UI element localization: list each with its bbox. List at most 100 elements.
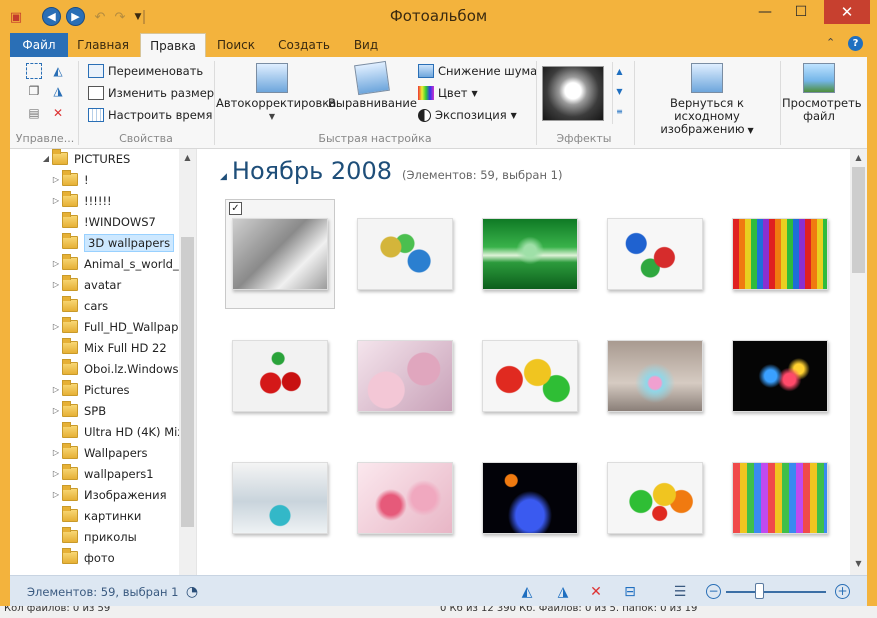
tree-expand-icon[interactable]: ▷ [50, 259, 62, 268]
copy-icon[interactable]: ❐ [26, 83, 42, 99]
adjust-time-button[interactable]: Настроить время [88, 106, 212, 124]
preview-file-button[interactable]: Просмотреть файл [782, 61, 862, 123]
tree-item[interactable]: 3D wallpapers [50, 232, 175, 253]
tree-expand-icon[interactable]: ▷ [50, 280, 62, 289]
tree-collapse-icon[interactable]: ◢ [40, 154, 52, 163]
tree-item[interactable]: ▷ Pictures [50, 379, 130, 400]
photo-thumbnail[interactable] [607, 462, 703, 534]
color-button[interactable]: Цвет ▼ [418, 84, 478, 102]
zoom-slider-thumb[interactable] [755, 583, 764, 599]
tree-expand-icon[interactable]: ▷ [50, 406, 62, 415]
close-icon[interactable]: ✕ [824, 0, 870, 24]
photo-checkbox[interactable]: ✓ [229, 202, 242, 215]
photo-thumbnail[interactable] [482, 340, 578, 412]
select-all-icon[interactable] [26, 63, 42, 79]
group-collapse-icon[interactable]: ◢ [220, 172, 227, 182]
photo-item[interactable] [475, 321, 585, 431]
tree-expand-icon[interactable]: ▷ [50, 196, 62, 205]
date-group-header[interactable]: ◢ Ноябрь 2008 (Элементов: 59, выбран 1) [220, 157, 562, 185]
photo-thumbnail[interactable] [357, 462, 453, 534]
photo-item[interactable] [725, 321, 835, 431]
rename-button[interactable]: Переименовать [88, 62, 203, 80]
tree-scroll-up-icon[interactable]: ▲ [179, 153, 196, 162]
tree-expand-icon[interactable]: ▷ [50, 448, 62, 457]
flip-icon[interactable]: ◮ [50, 83, 66, 99]
ribbon-collapse-icon[interactable]: ⌃ [826, 36, 835, 49]
tree-expand-icon[interactable]: ▷ [50, 175, 62, 184]
tree-item[interactable]: ▷ avatar [50, 274, 121, 295]
gallery-scroll-down-icon[interactable]: ▼ [850, 559, 867, 568]
photo-item[interactable] [600, 321, 710, 431]
photo-thumbnail[interactable] [357, 218, 453, 290]
photo-thumbnail[interactable] [732, 462, 828, 534]
photo-item[interactable] [725, 199, 835, 309]
zoom-out-icon[interactable]: − [706, 584, 721, 599]
help-icon[interactable]: ? [848, 36, 863, 51]
straighten-button[interactable]: Выравнивание [328, 60, 417, 110]
tree-expand-icon[interactable]: ▷ [50, 322, 62, 331]
exposure-button[interactable]: Экспозиция ▼ [418, 106, 517, 124]
photo-item[interactable] [725, 443, 835, 553]
tree-item[interactable]: ▷! [50, 169, 89, 190]
tree-item[interactable]: ▷ wallpapers1 [50, 463, 154, 484]
photo-item[interactable] [600, 199, 710, 309]
autofix-button[interactable]: Автокорректировка ▼ [216, 61, 336, 123]
photo-item[interactable] [475, 199, 585, 309]
tree-item[interactable]: приколы [50, 526, 137, 547]
photo-thumbnail[interactable] [732, 340, 828, 412]
photo-thumbnail[interactable] [232, 218, 328, 290]
tree-item[interactable]: ◢ PICTURES [40, 149, 130, 169]
photo-thumbnail[interactable] [232, 340, 328, 412]
tree-scrollbar[interactable]: ▲ [179, 149, 196, 575]
tree-item[interactable]: !WINDOWS7 [50, 211, 156, 232]
tree-item[interactable]: Mix Full HD 22 [50, 337, 167, 358]
tree-expand-icon[interactable]: ▷ [50, 385, 62, 394]
photo-thumbnail[interactable] [607, 340, 703, 412]
photo-thumbnail[interactable] [482, 218, 578, 290]
noise-reduction-button[interactable]: Снижение шума [418, 62, 537, 80]
photo-thumbnail[interactable] [732, 218, 828, 290]
photo-item[interactable] [225, 321, 335, 431]
tree-item[interactable]: картинки [50, 505, 141, 526]
tree-item[interactable]: Oboi.lz.Windows.\ [50, 358, 186, 379]
exposure-dropdown-icon[interactable]: ▼ [511, 111, 517, 120]
photo-thumbnail[interactable] [232, 462, 328, 534]
effect-thumbnail[interactable] [542, 66, 604, 121]
photo-item[interactable] [475, 443, 585, 553]
photo-item[interactable] [350, 321, 460, 431]
tab-home[interactable]: Главная [72, 33, 134, 57]
tree-item[interactable]: cars [50, 295, 108, 316]
maximize-icon[interactable]: ☐ [784, 0, 818, 24]
revert-button[interactable]: Вернуться к исходному изображению ▼ [638, 61, 776, 137]
photo-thumbnail[interactable] [482, 462, 578, 534]
photo-thumbnail[interactable] [357, 340, 453, 412]
color-dropdown-icon[interactable]: ▼ [471, 89, 477, 98]
effects-scroll[interactable]: ▲ ▼ ≡ [612, 62, 626, 124]
photo-item[interactable] [350, 199, 460, 309]
tree-expand-icon[interactable]: ▷ [50, 490, 62, 499]
photo-item[interactable]: ✓ [225, 199, 335, 309]
tab-create[interactable]: Создать [270, 33, 338, 57]
details-view-icon[interactable]: ☰ [671, 583, 689, 601]
rotate-right-icon[interactable]: ◮ [554, 583, 572, 601]
photo-item[interactable] [600, 443, 710, 553]
tree-item[interactable]: Ultra HD (4K) Mix [50, 421, 184, 442]
photo-thumbnail[interactable] [607, 218, 703, 290]
tree-scroll-thumb[interactable] [181, 237, 194, 527]
tree-expand-icon[interactable]: ▷ [50, 469, 62, 478]
minimize-icon[interactable]: — [750, 0, 780, 24]
zoom-slider-track[interactable] [726, 591, 826, 593]
photo-item[interactable] [225, 443, 335, 553]
gallery-scroll-thumb[interactable] [852, 167, 865, 273]
zoom-in-icon[interactable]: + [835, 584, 850, 599]
tree-item[interactable]: ▷ Изображения [50, 484, 167, 505]
tree-item[interactable]: ▷!!!!!! [50, 190, 112, 211]
tree-item[interactable]: ▷ Full_HD_Wallpape [50, 316, 185, 337]
gallery-scroll-up-icon[interactable]: ▲ [850, 153, 867, 162]
tab-view[interactable]: Вид [346, 33, 386, 57]
delete-icon[interactable]: ✕ [587, 583, 605, 601]
tree-item[interactable]: ▷ Animal_s_world_o [50, 253, 186, 274]
tab-edit[interactable]: Правка [140, 33, 206, 57]
delete-icon[interactable]: ✕ [50, 105, 66, 121]
rotate-icon[interactable]: ◭ [50, 63, 66, 79]
